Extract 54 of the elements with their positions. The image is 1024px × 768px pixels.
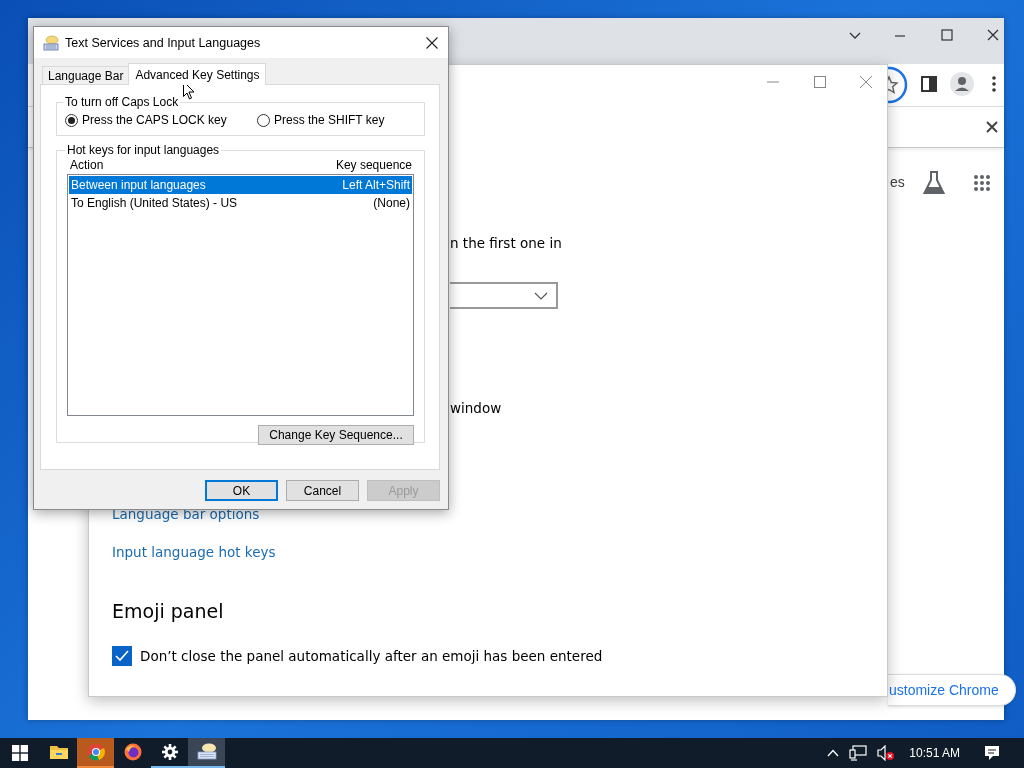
checkbox-label: Don’t close the panel automatically after an emoji has been entered [140,648,603,664]
flask-icon[interactable] [923,171,945,195]
description-text: n the first one in [450,235,562,251]
dialog-button[interactable]: OK [205,480,278,501]
group-title: To turn off Caps Lock [64,95,180,109]
bookmark-star-icon[interactable] [888,66,908,104]
radio-button[interactable] [65,113,78,127]
list-row[interactable]: Between input languages Left Alt+Shift [69,176,412,194]
more-menu-icon[interactable] [992,75,996,93]
action-cell: Between input languages [71,178,206,192]
description-text: window [450,400,502,416]
keyboard-icon [43,34,59,51]
chevron-down-icon [534,291,548,300]
chevron-up-icon[interactable] [827,749,840,757]
close-icon[interactable] [426,36,438,49]
taskbar-app[interactable] [188,738,225,768]
customize-chrome-button[interactable]: ustomize Chrome [888,674,1016,706]
change-key-sequence-button[interactable]: Change Key Sequence... [258,425,414,445]
maximize-icon[interactable] [814,76,826,88]
apps-grid-icon[interactable] [973,174,991,192]
group-title: Hot keys for input languages [66,143,221,157]
settings-link[interactable]: Language bar options [112,506,260,522]
notifications-icon[interactable] [984,745,1000,761]
checkbox[interactable] [112,646,132,666]
gear-icon [161,744,178,760]
side-panel-icon[interactable] [921,76,937,92]
key-sequence-cell: Left Alt+Shift [342,178,410,192]
browser-icon [123,743,142,761]
column-header: Action [70,158,104,172]
shortcut-label: es [890,174,905,190]
settings-link[interactable]: Input language hot keys [112,544,276,560]
radio-label: Press the SHIFT key [274,113,385,127]
close-icon[interactable] [987,29,999,41]
key-sequence-cell: (None) [373,196,410,210]
keyboard-icon [196,743,217,761]
network-icon[interactable] [849,745,868,761]
tab[interactable]: Advanced Key Settings [128,63,267,85]
action-cell: To English (United States) - US [71,196,238,210]
radio-button[interactable] [257,113,270,127]
profile-avatar-icon[interactable] [950,72,974,96]
volume-muted-icon[interactable] [877,745,896,761]
window-title: Text Services and Input Languages [65,35,262,50]
section-heading: Emoji panel [112,600,224,622]
dropdown-field[interactable] [450,282,558,309]
dialog-button[interactable]: Cancel [286,480,359,501]
folder-icon [49,744,68,760]
radio-label: Press the CAPS LOCK key [82,113,227,127]
close-icon[interactable] [986,121,998,133]
list-row[interactable]: To English (United States) - US (None) [69,194,412,212]
maximize-icon[interactable] [941,29,953,41]
start-icon[interactable] [12,745,28,761]
column-header: Key sequence [335,158,412,172]
clock[interactable]: 10:51 AM [909,746,960,760]
browser-icon [86,743,105,761]
